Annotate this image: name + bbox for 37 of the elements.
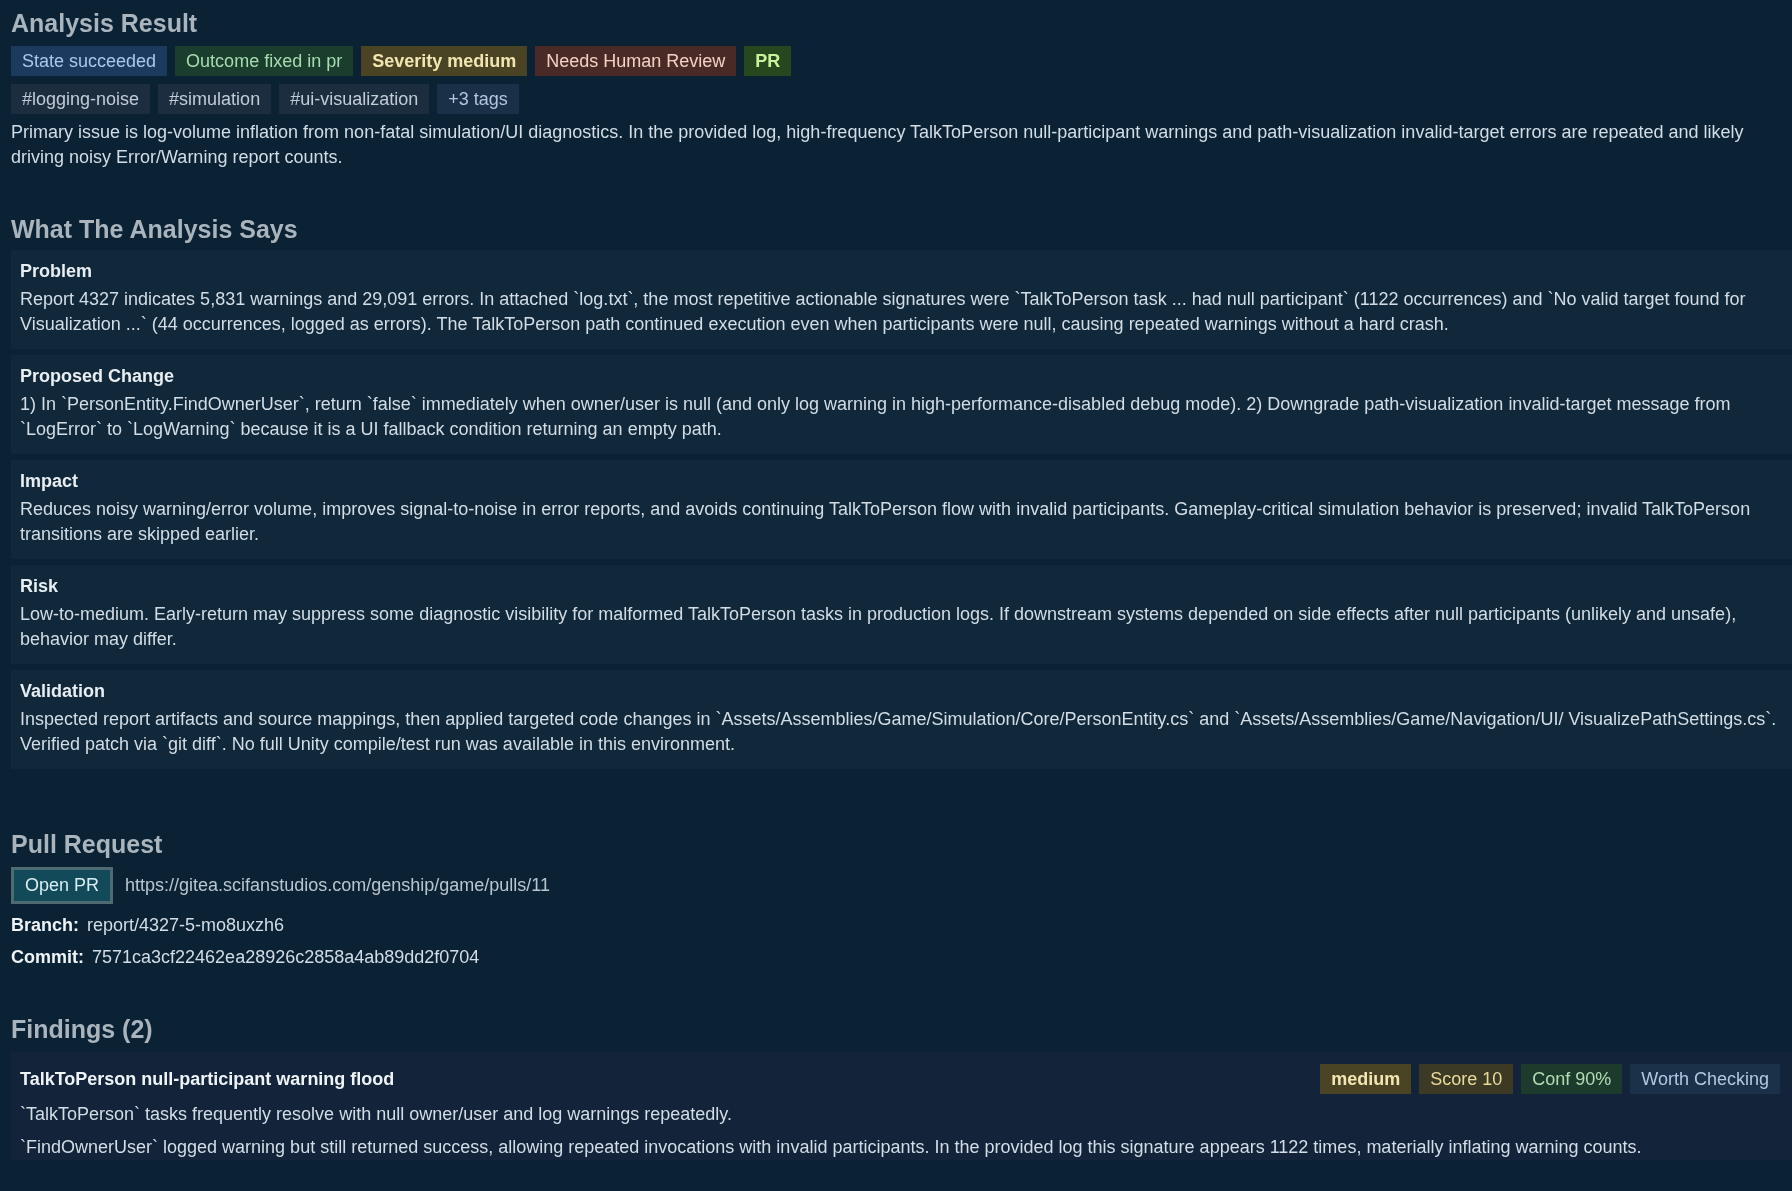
card-text: Report 4327 indicates 5,831 warnings and 29,091 errors. In attached `log.txt`, the most repetitive actionable signatures were `TalkToPerson task ... had null participant` (1122 occurrences) and `No valid target found for Visualization ...` (44 occurrences, logged as errors). The TalkToPerson path continued execution even when participants were null, causing repeated warnings without a hard crash.	[20, 288, 1747, 336]
status-badge: Conf 90%	[1521, 1064, 1623, 1094]
finding-summary: `TalkToPerson` tasks frequently resolve with null owner/user and log warnings repeatedly.	[20, 1103, 734, 1126]
tag-chip: +3 tags	[437, 84, 519, 114]
status-badge: PR	[744, 46, 792, 76]
section-heading: Pull Request	[11, 829, 164, 859]
card-text: Reduces noisy warning/error volume, improves signal-to-noise in error reports, and avoids continuing TalkToPerson flow with invalid participants. Gameplay-critical simulation behavior is preserved; invalid TalkToPerson transitions are skipped earlier.	[20, 498, 1752, 546]
card-heading: Proposed Change	[20, 365, 176, 388]
tag-chip: #simulation	[158, 84, 272, 114]
field-value: report/4327-5-mo8uxzh6	[87, 915, 285, 935]
field-value: 7571ca3cf22462ea28926c2858a4ab89dd2f0704	[92, 947, 480, 967]
tag-chip: #logging-noise	[11, 84, 151, 114]
status-badge: State succeeded	[11, 46, 168, 76]
status-badge: Worth Checking	[1630, 1064, 1780, 1094]
card-text: Inspected report artifacts and source mappings, then applied targeted code changes in `Assets/Assemblies/Game/Simulation/Core/PersonEntity.cs` and `Assets/Assemblies/Game/Navigation/UI/ VisualizePathSettings.cs`. Verified patch via `git diff`. No full Unity compile/test run was available in this environment.	[20, 708, 1778, 756]
card-heading: Risk	[20, 575, 60, 598]
field-label: Commit:	[11, 947, 84, 967]
status-badge: Needs Human Review	[535, 46, 737, 76]
open-pr-button[interactable]: Open PR	[11, 867, 114, 904]
section-heading: Findings (2)	[11, 1014, 154, 1044]
summary-text: Primary issue is log-volume inflation from non-fatal simulation/UI diagnostics. In the provided log, high-frequency TalkToPerson null-participant warnings and path-visualization invalid-target errors are repeated and likely driving noisy Error/Warning report counts.	[11, 121, 1745, 169]
card-heading: Impact	[20, 470, 80, 493]
status-badge: Severity medium	[361, 46, 528, 76]
status-badge: Outcome fixed in pr	[175, 46, 354, 76]
card-text: Low-to-medium. Early-return may suppress some diagnostic visibility for malformed TalkToPerson tasks in production logs. If downstream systems depended on side effects after null participants (unlikely and unsafe), behavior may differ.	[20, 603, 1738, 651]
card-heading: Validation	[20, 680, 107, 703]
card-heading: Problem	[20, 260, 94, 283]
status-badge: Score 10	[1419, 1064, 1514, 1094]
section-heading: Analysis Result	[11, 8, 199, 38]
status-badge: medium	[1320, 1064, 1412, 1094]
finding-detail: `FindOwnerUser` logged warning but still returned success, allowing repeated invocations with invalid participants. In the provided log this signature appears 1122 times, materially inflating warning counts.	[20, 1136, 1643, 1159]
finding-title: TalkToPerson null-participant warning flood	[20, 1068, 395, 1090]
tag-chip: #ui-visualization	[279, 84, 430, 114]
card-text: 1) In `PersonEntity.FindOwnerUser`, return `false` immediately when owner/user is null (and only log warning in high-performance-disabled debug mode). 2) Downgrade path-visualization invalid-target message from `LogError` to `LogWarning` because it is a UI fallback condition returning an empty path.	[20, 393, 1732, 441]
section-heading: What The Analysis Says	[11, 214, 299, 244]
field-label: Branch:	[11, 915, 79, 935]
pr-url: https://gitea.scifanstudios.com/genship/game/pulls/11	[125, 875, 550, 896]
